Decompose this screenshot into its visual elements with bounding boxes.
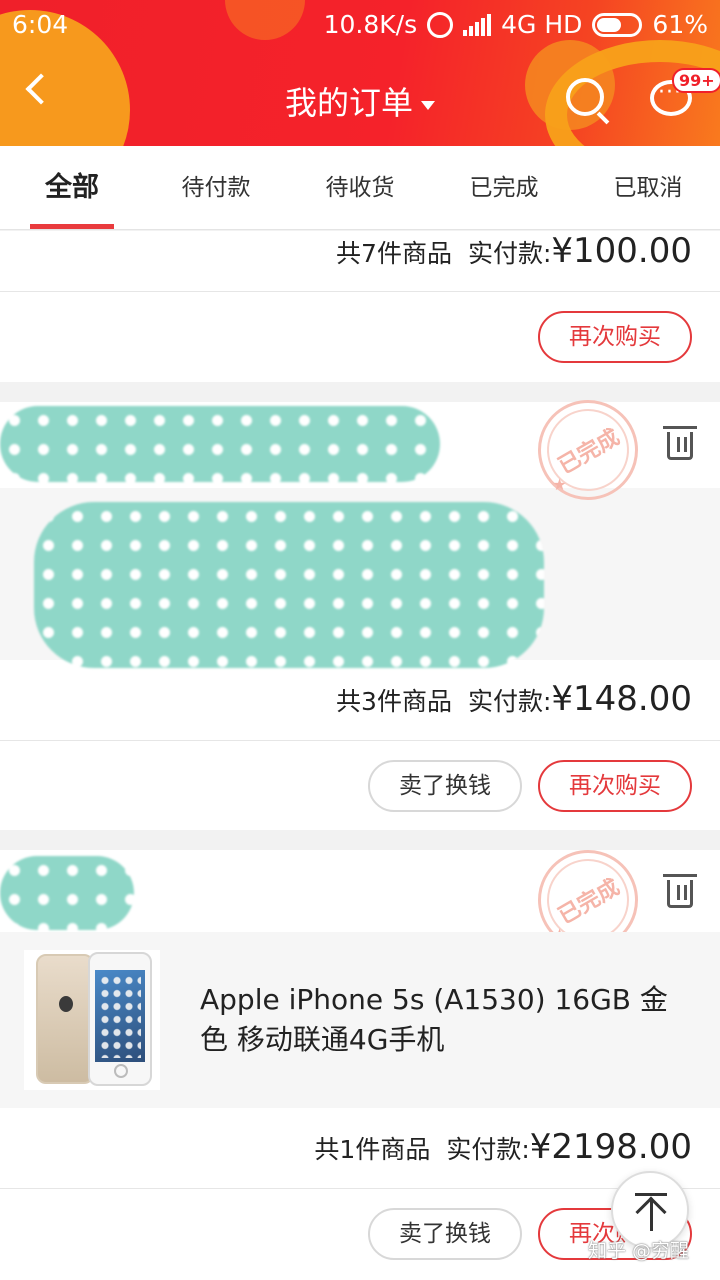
paid-label: 实付款: (467, 687, 552, 716)
phone-front-image (88, 952, 152, 1086)
page-title[interactable]: 我的订单 (0, 78, 720, 124)
divider (0, 740, 720, 741)
status-time: 6:04 (12, 10, 69, 39)
star-icon: ★ (552, 474, 567, 494)
network-type: 4G HD (501, 10, 583, 39)
order-amount: ¥148.00 (551, 679, 692, 719)
buy-again-button[interactable]: 再次购买 (538, 311, 692, 363)
censored-store-name (0, 406, 440, 482)
order-card: 共7件商品 实付款: ¥100.00 再次购买 (0, 231, 720, 382)
section-gap (0, 830, 720, 850)
phone-back-image (36, 954, 94, 1084)
signal-icon (463, 13, 492, 36)
order-summary: 共3件商品 实付款: ¥148.00 (336, 679, 692, 719)
status-bar: 6:04 10.8K/s 4G HD 61% (0, 0, 720, 50)
trash-icon[interactable] (663, 426, 697, 460)
status-right: 10.8K/s 4G HD 61% (324, 10, 708, 39)
sell-button[interactable]: 卖了换钱 (368, 760, 522, 812)
search-icon[interactable] (566, 78, 604, 116)
divider (0, 291, 720, 292)
battery-icon (592, 12, 643, 37)
censored-product (34, 502, 544, 668)
order-card: 已完成 ★ 共3件商品 实付款: ¥148.00 卖了换钱 再次购买 (0, 381, 720, 830)
stamp-text: 已完成 (554, 424, 625, 480)
tab-pending-receipt[interactable]: 待收货 (288, 146, 432, 229)
page-title-text: 我的订单 (284, 84, 413, 122)
stamp-text: 已完成 (554, 874, 625, 930)
apple-logo-icon (59, 996, 73, 1012)
item-count: 共3件商品 (336, 687, 452, 716)
product-title: Apple iPhone 5s (A1530) 16GB 金色 移动联通4G手机 (200, 983, 668, 1056)
order-amount: ¥2198.00 (529, 1127, 692, 1167)
net-speed: 10.8K/s (323, 10, 418, 39)
paid-label: 实付款: (467, 239, 552, 268)
divider (0, 1188, 720, 1189)
sell-button[interactable]: 卖了换钱 (368, 1208, 522, 1260)
tab-all[interactable]: 全部 (0, 146, 144, 229)
battery-level: 61% (652, 10, 708, 39)
product-area[interactable]: Apple iPhone 5s (A1530) 16GB 金色 移动联通4G手机 (0, 932, 720, 1108)
order-tabs: 全部 待付款 待收货 已完成 已取消 (0, 146, 720, 230)
order-summary: 共1件商品 实付款: ¥2198.00 (314, 1127, 692, 1167)
caret-down-icon (421, 100, 435, 110)
tab-pending-payment[interactable]: 待付款 (144, 146, 288, 229)
buy-again-button[interactable]: 再次购买 (538, 760, 692, 812)
product-image (24, 950, 160, 1090)
section-gap (0, 382, 720, 402)
tab-completed[interactable]: 已完成 (432, 146, 576, 229)
watermark: 知乎 @穷醒 (588, 1240, 690, 1262)
alarm-icon (427, 11, 454, 38)
trash-icon[interactable] (663, 874, 697, 908)
tab-cancelled[interactable]: 已取消 (576, 146, 720, 229)
order-summary: 共7件商品 实付款: ¥100.00 (336, 231, 692, 271)
app-header: 6:04 10.8K/s 4G HD 61% 我的订单 99+ (0, 0, 720, 146)
item-count: 共7件商品 (336, 239, 452, 268)
censored-store-name (0, 856, 134, 930)
order-amount: ¥100.00 (551, 231, 692, 271)
item-count: 共1件商品 (314, 1135, 431, 1164)
paid-label: 实付款: (446, 1135, 530, 1164)
message-badge: 99+ (672, 68, 720, 93)
